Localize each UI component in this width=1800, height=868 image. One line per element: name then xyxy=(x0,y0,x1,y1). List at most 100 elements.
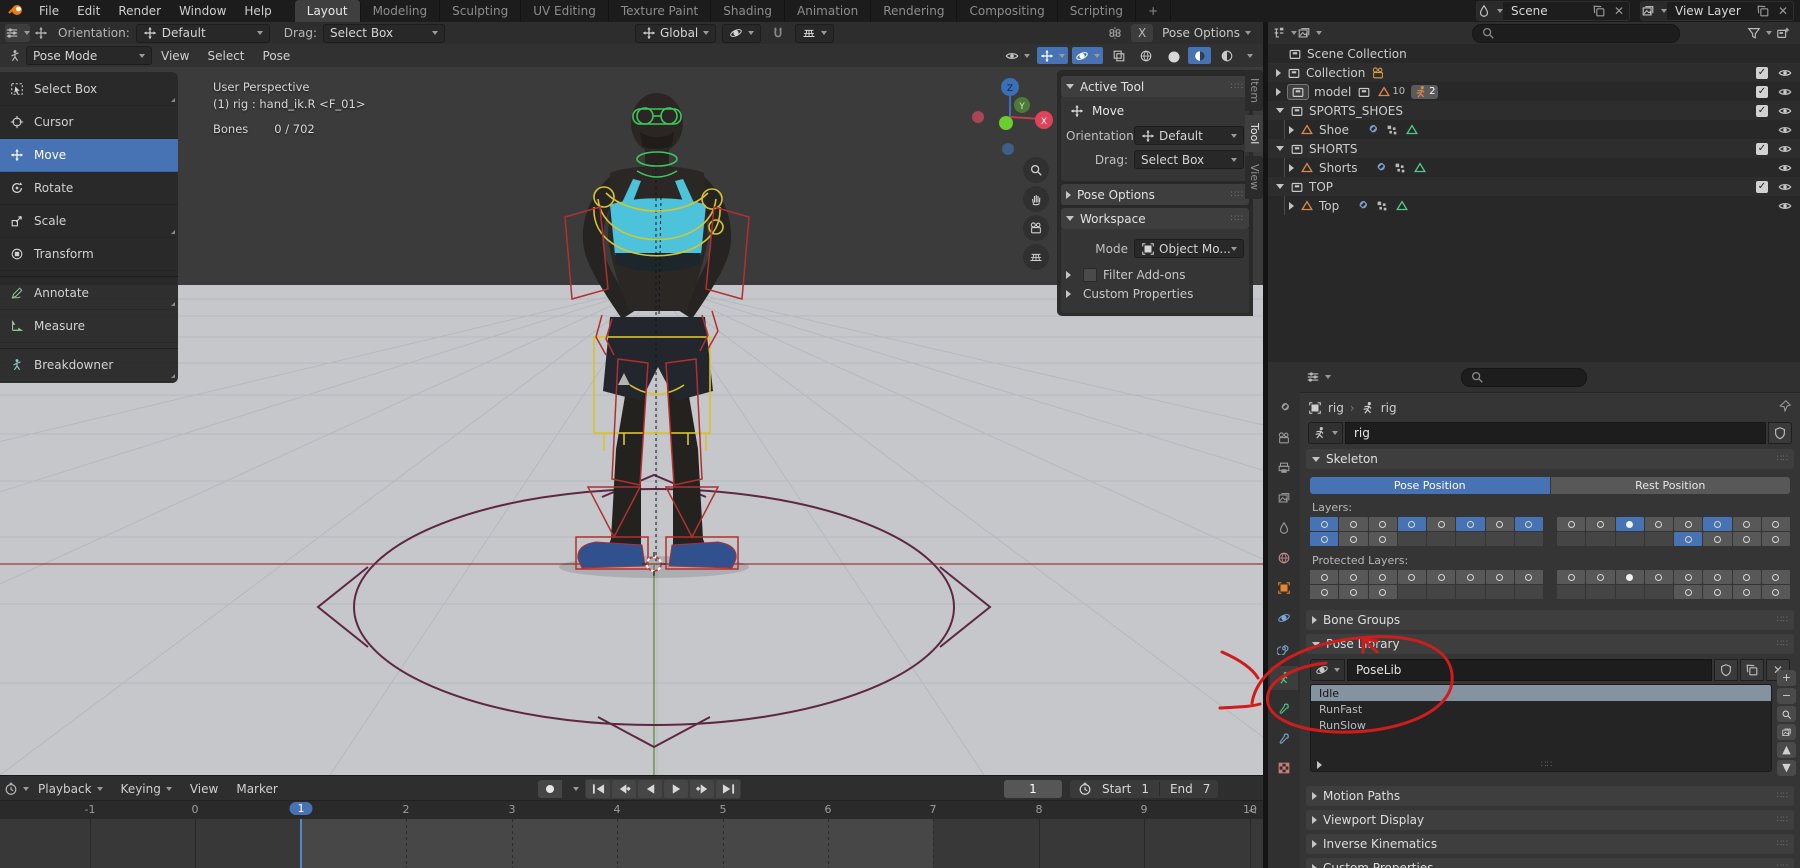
tool-select-box[interactable]: Select Box xyxy=(0,73,178,106)
timeline-tick[interactable]: 6 xyxy=(825,803,832,816)
breadcrumb-object[interactable]: rig xyxy=(1328,401,1344,415)
pose-preview-button[interactable] xyxy=(1777,724,1796,740)
tab-world[interactable] xyxy=(1270,546,1298,570)
layer-toggle[interactable] xyxy=(1310,570,1339,584)
outliner-row-collection[interactable]: Collection ✓ xyxy=(1268,63,1800,82)
menu-edit[interactable]: Edit xyxy=(68,0,109,22)
pose-item-runslow[interactable]: RunSlow xyxy=(1311,717,1771,733)
scene-icon[interactable] xyxy=(1477,2,1503,20)
layer-toggle[interactable] xyxy=(1703,585,1732,599)
layer-toggle[interactable] xyxy=(1514,570,1543,584)
play-reverse-button[interactable] xyxy=(638,779,662,798)
poselib-action-icon[interactable] xyxy=(1310,659,1345,681)
layer-toggle[interactable] xyxy=(1310,517,1339,531)
view-layer-unlink-icon[interactable]: ✕ xyxy=(1773,2,1793,20)
render-checkbox[interactable]: ✓ xyxy=(1756,66,1768,79)
outliner-editor-icon[interactable] xyxy=(1272,24,1297,42)
layer-toggle[interactable] xyxy=(1427,517,1456,531)
properties-editor-icon[interactable] xyxy=(1306,368,1331,386)
remove-pose-button[interactable]: − xyxy=(1777,688,1796,704)
mirror-x-button[interactable]: X xyxy=(1131,24,1154,42)
layer-toggle[interactable] xyxy=(1310,532,1339,546)
snap-target-dropdown[interactable] xyxy=(795,23,835,43)
view-layer-copy-icon[interactable] xyxy=(1753,2,1773,20)
tab-layout[interactable]: Layout xyxy=(294,0,361,22)
layer-toggle[interactable] xyxy=(1761,585,1790,599)
layer-toggle[interactable] xyxy=(1485,532,1514,546)
tool-measure[interactable]: Measure xyxy=(0,310,178,343)
timeline-collapse-chevron[interactable]: < xyxy=(1248,804,1257,817)
layer-toggle[interactable] xyxy=(1397,570,1426,584)
tool-transform[interactable]: Transform xyxy=(0,238,178,271)
timeline-tick[interactable]: 8 xyxy=(1036,803,1043,816)
auto-key-record-button[interactable] xyxy=(538,779,562,798)
timeline-ruler[interactable]: -1 0 1 2 3 4 5 6 7 8 9 10 xyxy=(0,800,1263,820)
menu-render[interactable]: Render xyxy=(109,0,170,22)
jump-to-end-button[interactable] xyxy=(716,779,740,798)
layer-toggle[interactable] xyxy=(1586,517,1615,531)
layer-toggle[interactable] xyxy=(1485,585,1514,599)
layer-toggle[interactable] xyxy=(1644,517,1673,531)
layer-toggle[interactable] xyxy=(1485,570,1514,584)
outliner-row-shorts-collection[interactable]: SHORTS ✓ xyxy=(1268,139,1800,158)
menu-window[interactable]: Window xyxy=(170,0,235,22)
move-pose-down-button[interactable]: ▼ xyxy=(1777,760,1796,776)
tool-annotate[interactable]: Annotate xyxy=(0,276,178,310)
next-keyframe-button[interactable] xyxy=(690,779,714,798)
layer-toggle[interactable] xyxy=(1615,570,1644,584)
render-checkbox[interactable]: ✓ xyxy=(1756,104,1768,117)
npanel-orientation-dropdown[interactable]: Default xyxy=(1134,126,1244,145)
eye-icon[interactable] xyxy=(1778,161,1792,175)
layer-toggle[interactable] xyxy=(1514,517,1543,531)
outliner-row-model[interactable]: model 10 2 ✓ xyxy=(1268,82,1800,101)
tool-cursor[interactable]: Cursor xyxy=(0,106,178,139)
outliner-row-top[interactable]: Top xyxy=(1268,196,1800,215)
npanel-drag-dropdown[interactable]: Select Box xyxy=(1134,150,1244,169)
layer-toggle[interactable] xyxy=(1339,532,1368,546)
xray-toggle[interactable] xyxy=(1107,47,1130,64)
outliner-row-sports-shoes[interactable]: SPORTS_SHOES ✓ xyxy=(1268,101,1800,120)
layer-toggle[interactable] xyxy=(1557,517,1586,531)
layer-toggle[interactable] xyxy=(1368,517,1397,531)
use-preview-range-icon[interactable] xyxy=(1078,782,1092,796)
viewport-menu-view[interactable]: View xyxy=(152,49,198,63)
layer-toggle[interactable] xyxy=(1703,517,1732,531)
layer-toggle[interactable] xyxy=(1397,532,1426,546)
timeline-menu-marker[interactable]: Marker xyxy=(227,782,286,796)
layer-toggle[interactable] xyxy=(1703,570,1732,584)
eye-icon[interactable] xyxy=(1778,142,1792,156)
play-button[interactable] xyxy=(664,779,688,798)
tool-move[interactable]: Move xyxy=(0,139,178,172)
tab-bone[interactable] xyxy=(1270,696,1298,720)
tab-physics[interactable] xyxy=(1270,606,1298,630)
timeline-tick[interactable]: 3 xyxy=(509,803,516,816)
orientation-dropdown[interactable]: Default xyxy=(135,23,270,43)
tab-scripting[interactable]: Scripting xyxy=(1058,0,1137,22)
pose-position-button[interactable]: Pose Position xyxy=(1310,477,1550,494)
tab-modeling[interactable]: Modeling xyxy=(361,0,441,22)
timeline-tick[interactable]: 9 xyxy=(1141,803,1148,816)
timeline-tick[interactable]: 0 xyxy=(192,803,199,816)
layer-toggle[interactable] xyxy=(1427,532,1456,546)
transform-orientation-dropdown[interactable]: Global xyxy=(634,23,717,43)
scene-unlink-icon[interactable]: ✕ xyxy=(1609,2,1629,20)
tab-render[interactable] xyxy=(1270,426,1298,450)
render-checkbox[interactable]: ✓ xyxy=(1756,85,1768,98)
tab-tool[interactable] xyxy=(1270,396,1298,420)
apply-pose-button[interactable] xyxy=(1777,706,1796,722)
ortho-toggle-button[interactable] xyxy=(1023,244,1049,270)
timeline-band[interactable] xyxy=(0,819,1263,868)
layer-toggle[interactable] xyxy=(1456,585,1485,599)
eye-icon[interactable] xyxy=(1778,66,1792,80)
inverse-kinematics-panel-header[interactable]: Inverse Kinematics ∷∷ xyxy=(1306,834,1794,854)
current-frame-field[interactable]: 1 xyxy=(1004,779,1062,798)
timeline-menu-playback[interactable]: Playback xyxy=(29,782,112,796)
timeline-tick[interactable]: -1 xyxy=(85,803,96,816)
tab-scene[interactable] xyxy=(1270,516,1298,540)
mode-dropdown[interactable]: Pose Mode xyxy=(26,46,152,65)
pose-item-runfast[interactable]: RunFast xyxy=(1311,701,1771,717)
active-tool-icon[interactable] xyxy=(5,24,30,42)
pivot-point-dropdown[interactable] xyxy=(722,23,762,43)
motion-paths-panel-header[interactable]: Motion Paths ∷∷ xyxy=(1306,786,1794,806)
armature-name-input[interactable] xyxy=(1345,422,1766,444)
